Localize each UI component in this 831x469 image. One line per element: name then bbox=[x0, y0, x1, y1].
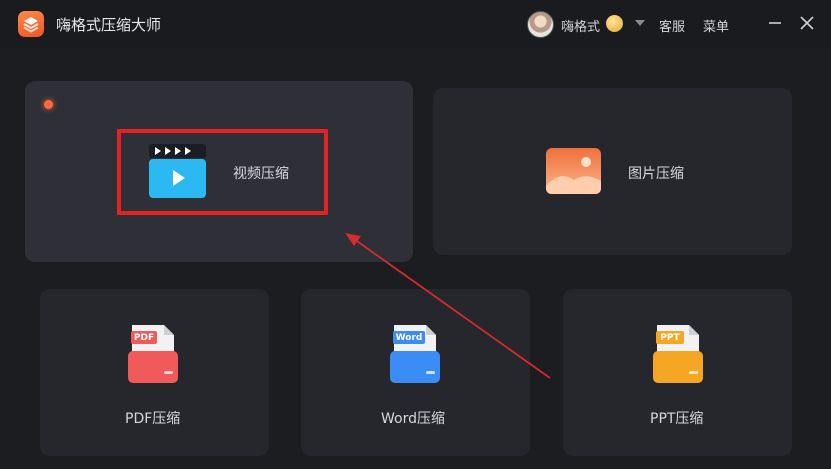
avatar[interactable] bbox=[527, 11, 554, 38]
title-bar: 嗨格式压缩大师 嗨格式 客服 菜单 bbox=[0, 0, 831, 48]
menu-button[interactable]: 菜单 bbox=[703, 16, 729, 35]
app-logo-icon bbox=[18, 11, 44, 37]
vip-badge-icon[interactable] bbox=[606, 15, 623, 32]
highlight-box bbox=[117, 129, 328, 215]
image-compress-card[interactable] bbox=[433, 88, 792, 255]
ppt-badge: PPT bbox=[660, 333, 680, 343]
word-compress-label: Word压缩 bbox=[381, 411, 445, 427]
pdf-badge: PDF bbox=[133, 333, 155, 343]
image-landscape-icon bbox=[546, 148, 601, 194]
pdf-compress-label: PDF压缩 bbox=[125, 411, 181, 427]
ppt-compress-label: PPT压缩 bbox=[650, 411, 704, 427]
close-icon[interactable] bbox=[796, 12, 818, 34]
app-title: 嗨格式压缩大师 bbox=[56, 16, 162, 34]
customer-service-button[interactable]: 客服 bbox=[659, 16, 685, 35]
minimize-icon[interactable] bbox=[764, 12, 786, 34]
chevron-down-icon[interactable] bbox=[635, 20, 645, 26]
word-badge: Word bbox=[395, 333, 423, 343]
image-compress-label: 图片压缩 bbox=[628, 166, 684, 182]
notification-dot bbox=[44, 100, 53, 109]
username[interactable]: 嗨格式 bbox=[561, 16, 600, 35]
